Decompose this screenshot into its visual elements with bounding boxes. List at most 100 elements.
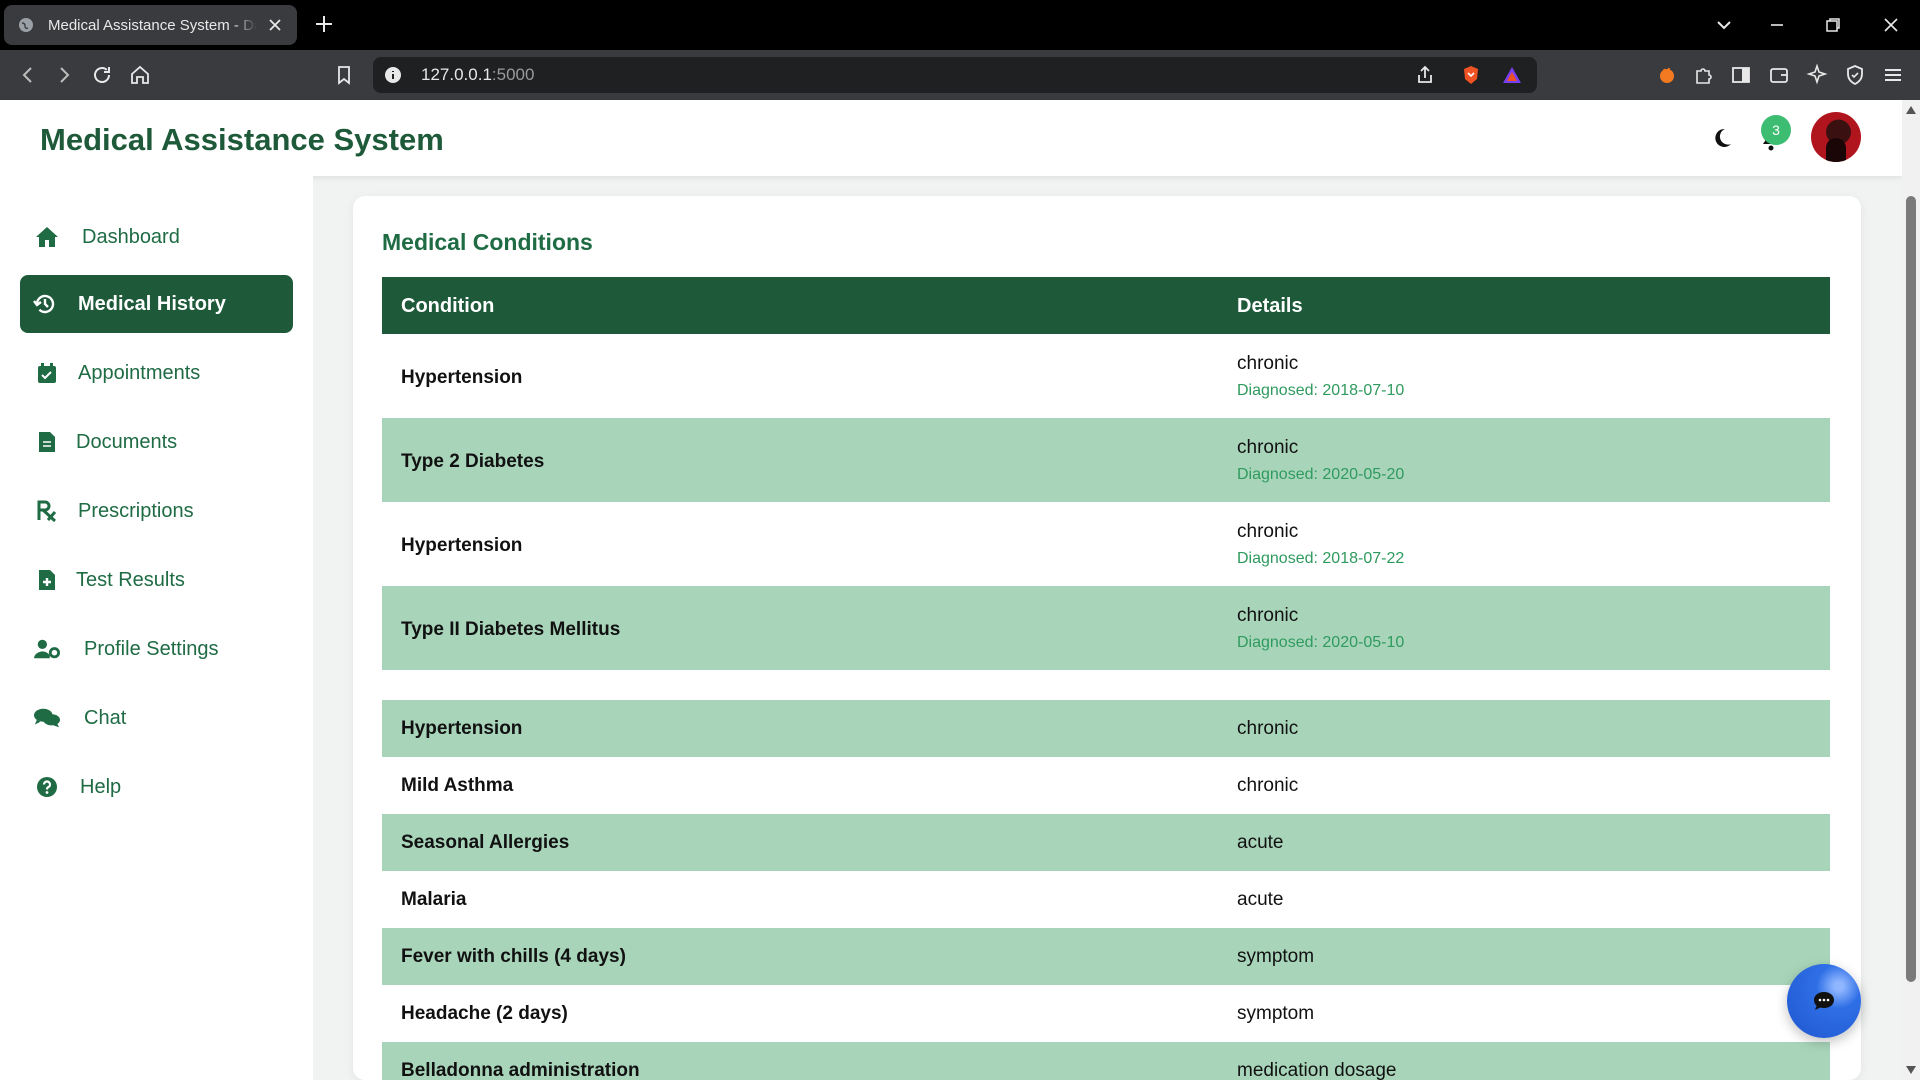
- table-row: Mild Asthma chronic: [382, 757, 1830, 814]
- sidebar-item-medical-history[interactable]: Medical History: [20, 275, 293, 333]
- close-window-icon[interactable]: [1880, 14, 1902, 36]
- dark-mode-moon-icon[interactable]: [1711, 127, 1733, 149]
- tab-title: Medical Assistance System - Dashboard: [48, 16, 257, 34]
- details-cell: chronic: [1237, 718, 1299, 739]
- brave-shield-icon[interactable]: [1459, 63, 1483, 87]
- extensions-puzzle-icon[interactable]: [1692, 63, 1716, 87]
- restore-icon[interactable]: [1822, 14, 1844, 36]
- sidebar-item-test-results[interactable]: Test Results: [20, 551, 293, 609]
- tab-search-chevron-icon[interactable]: [1713, 14, 1735, 36]
- globe-icon: [19, 18, 33, 32]
- condition-cell: Seasonal Allergies: [401, 832, 570, 853]
- site-info-icon[interactable]: [381, 63, 405, 87]
- diagnosed-date: Diagnosed: 2018-07-22: [1237, 550, 1405, 567]
- wallet-icon[interactable]: [1767, 63, 1791, 87]
- file-medical-icon: [34, 567, 60, 593]
- leo-ai-icon[interactable]: [1805, 63, 1829, 87]
- url-host: 127.0.0.1: [421, 65, 492, 84]
- table-row: Type II Diabetes Mellitus chronic Diagno…: [382, 586, 1830, 670]
- column-header-details: Details: [1237, 295, 1303, 317]
- new-tab-icon[interactable]: [313, 13, 335, 35]
- address-bar[interactable]: [373, 57, 1537, 93]
- comments-icon: [34, 705, 60, 731]
- condition-cell: Hypertension: [401, 718, 523, 739]
- details-cell: chronic: [1237, 775, 1299, 796]
- sidebar-item-label: Dashboard: [82, 225, 180, 248]
- brave-rewards-icon[interactable]: [1500, 63, 1524, 87]
- condition-cell: Malaria: [401, 889, 467, 910]
- details-cell: acute: [1237, 832, 1284, 853]
- scroll-down-arrow-icon[interactable]: [1905, 1065, 1917, 1075]
- condition-cell: Type 2 Diabetes: [401, 451, 545, 472]
- chat-floating-button[interactable]: [1787, 964, 1861, 1038]
- table-row: Headache (2 days) symptom: [382, 985, 1830, 1042]
- user-avatar[interactable]: [1811, 112, 1861, 162]
- history-icon: [32, 291, 58, 317]
- bookmark-icon[interactable]: [332, 63, 356, 87]
- sidebar-toggle-icon[interactable]: [1729, 63, 1753, 87]
- share-icon[interactable]: [1413, 63, 1437, 87]
- prescription-icon: [34, 498, 60, 524]
- sidebar-item-profile-settings[interactable]: Profile Settings: [20, 620, 293, 678]
- browser-tab[interactable]: Medical Assistance System - Dashboard: [4, 5, 297, 45]
- column-header-condition: Condition: [401, 295, 495, 317]
- reload-icon[interactable]: [90, 63, 114, 87]
- diagnosed-date: Diagnosed: 2018-07-10: [1237, 382, 1405, 399]
- section-title: Medical Conditions: [382, 229, 593, 255]
- app-header: Medical Assistance System 3: [0, 100, 1902, 176]
- medical-conditions-card: Medical Conditions Condition Details Hyp…: [353, 196, 1861, 1080]
- home-icon: [34, 224, 60, 250]
- table-gap: [382, 670, 1830, 700]
- file-icon: [34, 429, 60, 455]
- details-cell: symptom: [1237, 1003, 1315, 1024]
- question-circle-icon: [34, 774, 60, 800]
- conditions-table: Condition Details Hypertension chronic D…: [382, 277, 1830, 1080]
- details-cell: chronic: [1237, 353, 1299, 374]
- details-cell: medication dosage: [1237, 1060, 1397, 1080]
- sidebar-item-prescriptions[interactable]: Prescriptions: [20, 482, 293, 540]
- table-row: Hypertension chronic Diagnosed: 2018-07-…: [382, 502, 1830, 586]
- sidebar-item-chat[interactable]: Chat: [20, 689, 293, 747]
- diagnosed-date: Diagnosed: 2020-05-10: [1237, 634, 1405, 651]
- table-header: Condition Details: [382, 277, 1830, 334]
- table-row: Fever with chills (4 days) symptom: [382, 928, 1830, 985]
- extension-hand-icon[interactable]: [1655, 63, 1679, 87]
- details-cell: chronic: [1237, 521, 1299, 542]
- table-row: Seasonal Allergies acute: [382, 814, 1830, 871]
- calendar-check-icon: [34, 360, 60, 386]
- scroll-up-arrow-icon[interactable]: [1905, 105, 1917, 115]
- sidebar-item-label: Documents: [76, 430, 178, 453]
- diagnosed-date: Diagnosed: 2020-05-20: [1237, 466, 1405, 483]
- details-cell: chronic: [1237, 437, 1299, 458]
- condition-cell: Mild Asthma: [401, 775, 514, 796]
- condition-cell: Fever with chills (4 days): [401, 946, 626, 967]
- scrollbar-thumb[interactable]: [1906, 196, 1916, 982]
- condition-cell: Type II Diabetes Mellitus: [401, 619, 621, 640]
- notification-count-badge[interactable]: 3: [1761, 115, 1791, 145]
- sidebar: Dashboard Medical History Appointments D…: [0, 176, 313, 1080]
- sidebar-item-label: Chat: [84, 706, 127, 729]
- sidebar-item-dashboard[interactable]: Dashboard: [20, 208, 293, 266]
- vpn-shield-icon[interactable]: [1843, 63, 1867, 87]
- details-cell: acute: [1237, 889, 1284, 910]
- url-port: :5000: [491, 65, 535, 84]
- back-icon[interactable]: [16, 63, 40, 87]
- forward-icon[interactable]: [52, 63, 76, 87]
- home-browser-icon[interactable]: [128, 63, 152, 87]
- url-text[interactable]: 127.0.0.1:5000: [421, 65, 534, 85]
- sidebar-item-label: Appointments: [78, 361, 201, 384]
- user-cog-icon: [34, 636, 60, 662]
- sidebar-item-label: Prescriptions: [78, 499, 194, 522]
- close-tab-icon[interactable]: [267, 17, 283, 33]
- sidebar-item-label: Test Results: [76, 568, 185, 591]
- table-row: Hypertension chronic Diagnosed: 2018-07-…: [382, 334, 1830, 418]
- minimize-icon[interactable]: [1766, 14, 1788, 36]
- menu-icon[interactable]: [1881, 63, 1905, 87]
- sidebar-item-documents[interactable]: Documents: [20, 413, 293, 471]
- details-cell: chronic: [1237, 605, 1299, 626]
- sidebar-item-help[interactable]: Help: [20, 758, 293, 816]
- sidebar-item-appointments[interactable]: Appointments: [20, 344, 293, 402]
- browser-tab-strip: Medical Assistance System - Dashboard: [0, 0, 1920, 50]
- condition-cell: Hypertension: [401, 535, 523, 556]
- condition-cell: Headache (2 days): [401, 1003, 568, 1024]
